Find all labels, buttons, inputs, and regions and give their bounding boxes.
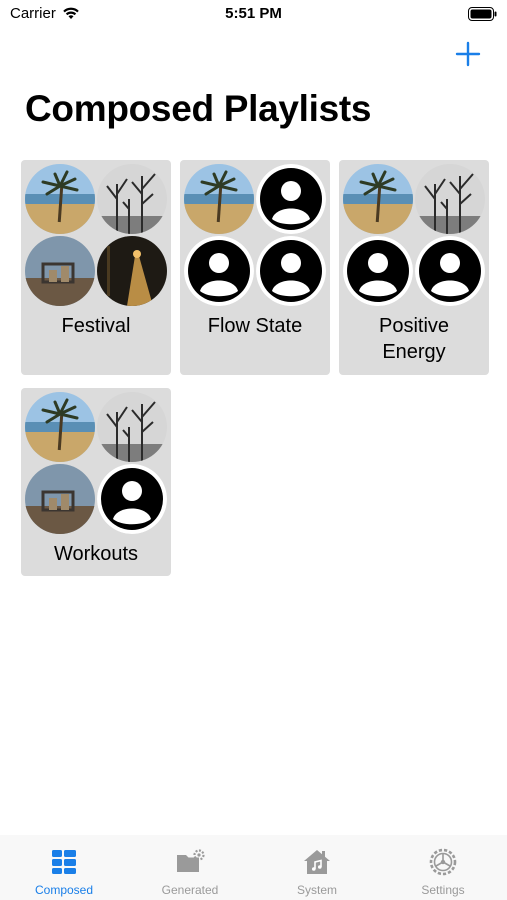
tab-settings[interactable]: Settings (393, 847, 493, 899)
playlist-card-positive-energy[interactable]: Positive Energy (339, 160, 489, 375)
playground-photo (25, 236, 95, 306)
playlist-card-workouts[interactable]: Workouts (21, 388, 171, 576)
status-bar: Carrier 5:51 PM (0, 0, 507, 28)
plus-icon (455, 41, 481, 67)
bare-trees-photo (97, 392, 167, 462)
house-music-icon (304, 850, 330, 874)
grid-icon (52, 850, 76, 874)
tab-bar: Composed Generated System Settings (0, 835, 507, 900)
person-placeholder-icon (97, 464, 167, 534)
tab-label: Generated (161, 883, 219, 897)
person-placeholder-icon (256, 236, 326, 306)
night-path-photo (97, 236, 167, 306)
playlist-artwork-grid (25, 392, 167, 534)
tab-label: Settings (421, 883, 465, 897)
person-placeholder-icon (343, 236, 413, 306)
playlist-name: Positive Energy (378, 315, 450, 363)
playground-photo (25, 464, 95, 534)
person-placeholder-icon (415, 236, 485, 306)
beach-palm-photo (25, 392, 95, 462)
bare-trees-photo (97, 164, 167, 234)
tab-label: Composed (34, 883, 94, 897)
playlist-artwork-grid (343, 164, 485, 306)
playlist-artwork-grid (184, 164, 326, 306)
playlist-card-festival[interactable]: Festival (21, 160, 171, 375)
clock: 5:51 PM (225, 5, 282, 22)
tab-composed[interactable]: Composed (14, 847, 114, 899)
playlist-name: Workouts (53, 543, 139, 565)
page-title: Composed Playlists (25, 88, 372, 129)
tab-label: System (296, 883, 337, 897)
playlist-artwork-grid (25, 164, 167, 306)
folder-gear-icon (177, 849, 205, 872)
battery-icon (468, 7, 497, 21)
add-playlist-button[interactable] (452, 38, 484, 70)
beach-palm-photo (25, 164, 95, 234)
playlist-name: Flow State (207, 315, 303, 337)
bare-trees-photo (415, 164, 485, 234)
playlist-card-flow-state[interactable]: Flow State (180, 160, 330, 375)
playlist-name: Festival (61, 315, 131, 337)
person-placeholder-icon (184, 236, 254, 306)
tab-system[interactable]: System (267, 847, 367, 899)
beach-palm-photo (184, 164, 254, 234)
gear-icon (429, 848, 457, 876)
beach-palm-photo (343, 164, 413, 234)
tab-generated[interactable]: Generated (140, 847, 240, 899)
person-placeholder-icon (256, 164, 326, 234)
